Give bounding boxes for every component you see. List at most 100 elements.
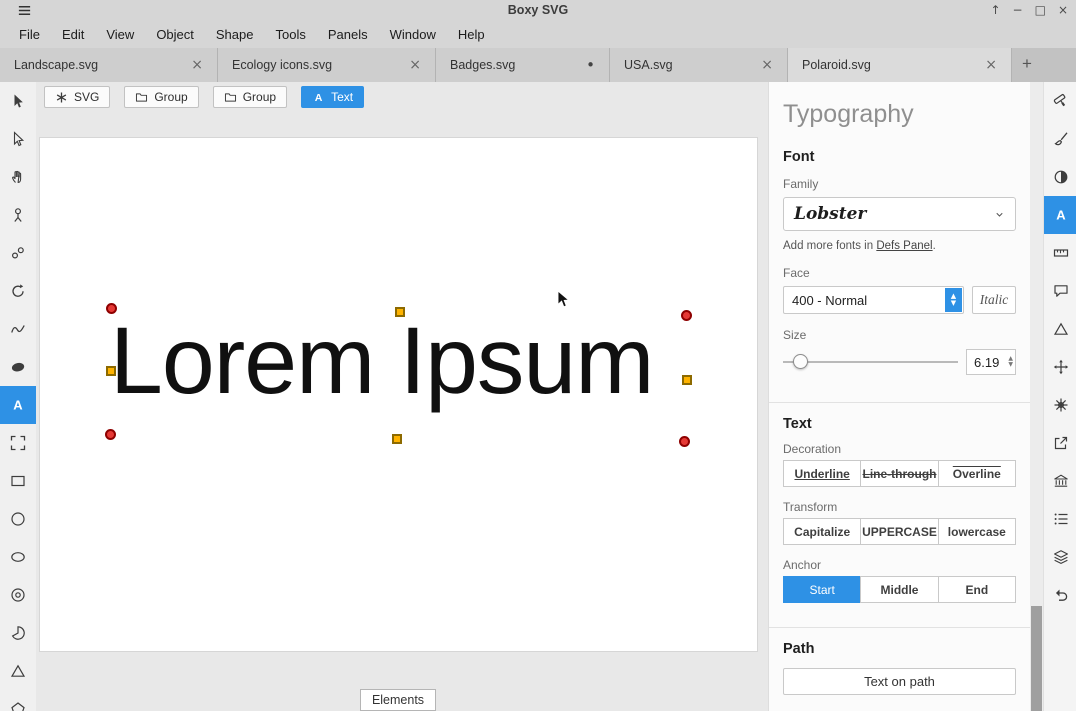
panel-arrangement[interactable]	[1044, 348, 1076, 386]
panel-scrollbar[interactable]	[1030, 82, 1043, 711]
panel-generators[interactable]	[1044, 310, 1076, 348]
curve-icon	[10, 321, 26, 337]
tool-blob[interactable]	[0, 348, 36, 386]
rotate-arrow-icon	[10, 283, 26, 299]
font-family-select[interactable]: Lobster	[783, 197, 1016, 231]
tab-ecology-icons[interactable]: Ecology icons.svg ×	[218, 48, 436, 82]
tool-donut[interactable]	[0, 576, 36, 614]
face-spinner[interactable]: ▲ ▼	[945, 288, 962, 312]
menu-file[interactable]: File	[8, 23, 51, 46]
canvas-text-object[interactable]: Lorem Ipsum	[110, 314, 654, 409]
panel-effects[interactable]	[1044, 386, 1076, 424]
tab-badges[interactable]: Badges.svg •	[436, 48, 610, 82]
tool-ellipse[interactable]	[0, 538, 36, 576]
tab-landscape[interactable]: Landscape.svg ×	[0, 48, 218, 82]
menu-tools[interactable]: Tools	[264, 23, 316, 46]
tool-pan[interactable]	[0, 158, 36, 196]
anchor-start-button[interactable]: Start	[783, 576, 862, 603]
menu-edit[interactable]: Edit	[51, 23, 95, 46]
uppercase-button[interactable]: UPPERCASE	[860, 518, 939, 545]
breadcrumb-svg[interactable]: SVG	[44, 86, 111, 108]
selection-handle-red[interactable]	[679, 436, 690, 447]
anchor-middle-button[interactable]: Middle	[860, 576, 939, 603]
selection-handle-red[interactable]	[106, 303, 117, 314]
capitalize-button[interactable]: Capitalize	[783, 518, 862, 545]
selection-handle-orange[interactable]	[395, 307, 405, 317]
slider-handle[interactable]	[793, 354, 808, 369]
underline-button[interactable]: Underline	[783, 460, 862, 487]
tool-multiselect[interactable]	[0, 234, 36, 272]
tool-triangle[interactable]	[0, 652, 36, 690]
keep-above-icon[interactable]: ↑	[990, 0, 1000, 20]
tab-polaroid[interactable]: Polaroid.svg ×	[788, 48, 1012, 82]
selection-handle-orange[interactable]	[106, 366, 116, 376]
anchor-end-button[interactable]: End	[937, 576, 1016, 603]
breadcrumb-group-2[interactable]: Group	[212, 86, 288, 108]
panel-comments[interactable]	[1044, 272, 1076, 310]
italic-toggle-button[interactable]: Italic	[972, 286, 1016, 314]
maximize-icon[interactable]: □	[1035, 0, 1046, 20]
panel-typography[interactable]: A	[1044, 196, 1076, 234]
scrollbar-thumb[interactable]	[1031, 606, 1042, 711]
lowercase-button[interactable]: lowercase	[937, 518, 1016, 545]
tool-edit-points[interactable]	[0, 120, 36, 158]
panel-history[interactable]	[1044, 576, 1076, 614]
breadcrumb-label: Group	[242, 90, 277, 104]
font-size-slider[interactable]	[783, 348, 958, 376]
panel-fill[interactable]	[1044, 82, 1076, 120]
close-icon[interactable]: ×	[1058, 0, 1068, 20]
panel-defs[interactable]	[1044, 462, 1076, 500]
menu-help[interactable]: Help	[447, 23, 496, 46]
tab-close-icon[interactable]: ×	[407, 57, 423, 73]
defs-panel-link[interactable]: Defs Panel	[876, 240, 932, 252]
document-tabbar: Landscape.svg × Ecology icons.svg × Badg…	[0, 48, 1076, 82]
tab-close-icon[interactable]: ×	[983, 57, 999, 73]
menu-window[interactable]: Window	[379, 23, 447, 46]
tab-close-icon[interactable]: ×	[189, 57, 205, 73]
selection-handle-orange[interactable]	[682, 375, 692, 385]
selection-handle-red[interactable]	[681, 310, 692, 321]
panel-compositing[interactable]	[1044, 158, 1076, 196]
line-through-button[interactable]: Line-through	[860, 460, 939, 487]
tool-pen[interactable]	[0, 310, 36, 348]
tool-pentagon[interactable]	[0, 690, 36, 711]
elements-panel-toggle[interactable]: Elements	[360, 689, 436, 711]
panel-stroke[interactable]	[1044, 120, 1076, 158]
drop-icon	[10, 207, 26, 223]
font-size-input[interactable]: 6.19 ▲ ▼	[966, 349, 1016, 375]
tool-rotate[interactable]	[0, 272, 36, 310]
size-spinner[interactable]: ▲ ▼	[1008, 350, 1013, 374]
panel-objects[interactable]	[1044, 500, 1076, 538]
hamburger-icon[interactable]	[16, 3, 32, 17]
menu-view[interactable]: View	[95, 23, 145, 46]
tab-usa[interactable]: USA.svg ×	[610, 48, 788, 82]
font-face-select[interactable]: 400 - Normal ▲ ▼	[783, 286, 964, 314]
menu-panels[interactable]: Panels	[317, 23, 379, 46]
tool-circle[interactable]	[0, 500, 36, 538]
tool-pie[interactable]	[0, 614, 36, 652]
hand-icon	[10, 169, 26, 185]
tool-text[interactable]: A	[0, 386, 36, 424]
ellipse-icon	[10, 549, 26, 565]
panel-geometry[interactable]	[1044, 234, 1076, 272]
tool-view[interactable]	[0, 424, 36, 462]
overline-button[interactable]: Overline	[937, 460, 1016, 487]
text-on-path-button[interactable]: Text on path	[783, 668, 1016, 695]
canvas-area[interactable]: SVG Group Group A Text Lorem Ipsum Eleme…	[36, 82, 768, 711]
selection-handle-orange[interactable]	[392, 434, 402, 444]
panel-layers[interactable]	[1044, 538, 1076, 576]
new-tab-button[interactable]: +	[1012, 48, 1042, 82]
selection-handle-red[interactable]	[105, 429, 116, 440]
menu-shape[interactable]: Shape	[205, 23, 265, 46]
svg-page[interactable]: Lorem Ipsum	[40, 138, 757, 651]
panel-export[interactable]	[1044, 424, 1076, 462]
tab-close-icon[interactable]: ×	[759, 57, 775, 73]
breadcrumb-group-1[interactable]: Group	[124, 86, 199, 108]
tool-rect[interactable]	[0, 462, 36, 500]
menu-object[interactable]: Object	[145, 23, 205, 46]
tab-modified-dot-icon[interactable]: •	[584, 56, 597, 74]
minimize-icon[interactable]: −	[1013, 0, 1023, 20]
tool-drop[interactable]	[0, 196, 36, 234]
tool-edit[interactable]	[0, 82, 36, 120]
breadcrumb-text[interactable]: A Text	[301, 86, 365, 108]
